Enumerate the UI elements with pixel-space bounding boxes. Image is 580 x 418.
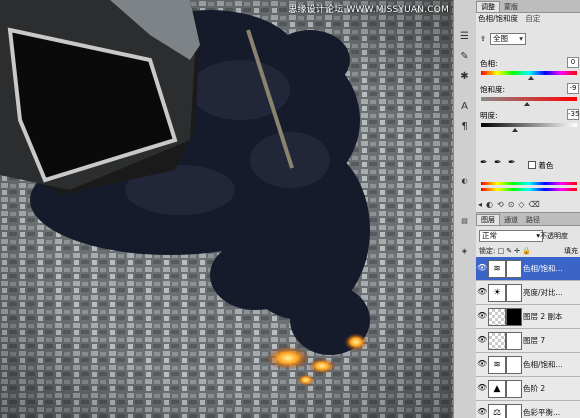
layer-row[interactable]: 👁 ☀ 亮度/对比... bbox=[476, 281, 580, 305]
saturation-value-field[interactable]: -9 bbox=[567, 83, 579, 94]
site-watermark: 思缘设计论坛 WWW.MISSYUAN.COM bbox=[288, 5, 449, 15]
layer-row[interactable]: 👁 ≋ 色相/饱和... bbox=[476, 257, 580, 281]
eyedropper-minus-icon[interactable]: ✒ bbox=[508, 158, 516, 168]
lightness-label: 明度: bbox=[480, 111, 498, 120]
brightness-contrast-icon: ☀ bbox=[488, 284, 506, 302]
eyedropper-icon[interactable]: ✒ bbox=[480, 158, 488, 168]
character-icon[interactable]: A bbox=[457, 100, 472, 113]
eye-icon[interactable]: 👁 bbox=[477, 407, 487, 417]
saturation-slider-thumb[interactable] bbox=[524, 102, 530, 106]
tab-masks[interactable]: 蒙版 bbox=[500, 2, 522, 12]
hue-slider-track[interactable] bbox=[481, 71, 577, 75]
adjustments-icon[interactable]: ◐ bbox=[457, 175, 472, 188]
layer-row[interactable]: 👁 图层 7 bbox=[476, 329, 580, 353]
adjustments-panel: 调整 蒙版 色相/饱和度 自定 ⇪ 全图 ▾ 色相: 0 饱和度: -9 明度:… bbox=[476, 0, 580, 212]
panel-title-text: 色相/饱和度 bbox=[478, 14, 519, 23]
layer-name: 色彩平衡... bbox=[523, 408, 561, 417]
opacity-label: 不透明度 bbox=[540, 232, 568, 240]
layer-mask-thumbnail[interactable] bbox=[506, 332, 522, 350]
layer-name: 亮度/对比... bbox=[523, 288, 563, 297]
preset-label[interactable]: 自定 bbox=[525, 14, 540, 23]
colorize-label: 着色 bbox=[538, 161, 554, 170]
layers-panel: 图层 通道 路径 正常 ▾ 不透明度 锁定: □✎✛🔒 填充 👁 ≋ 色相/饱和… bbox=[476, 212, 580, 418]
panel-icon-strip: ☰ ✎ ✱ A ¶ ◐ ▤ ◈ bbox=[454, 0, 477, 418]
tab-layers[interactable]: 图层 bbox=[476, 214, 500, 225]
paragraph-icon[interactable]: ¶ bbox=[457, 120, 472, 133]
layer-mask-thumbnail[interactable] bbox=[506, 308, 522, 326]
right-panel-dock: ☰ ✎ ✱ A ¶ ◐ ▤ ◈ 调整 蒙版 色相/饱和度 自定 ⇪ 全图 ▾ 色… bbox=[453, 0, 580, 418]
layer-list: 👁 ≋ 色相/饱和... 👁 ☀ 亮度/对比... 👁 图层 2 副本 👁 图层… bbox=[476, 257, 580, 418]
layer-thumbnail bbox=[488, 308, 506, 326]
hue-label: 色相: bbox=[480, 59, 498, 68]
adjustments-tabs: 调整 蒙版 bbox=[476, 0, 580, 13]
layer-row[interactable]: 👁 ⚖ 色彩平衡... bbox=[476, 401, 580, 418]
layer-row[interactable]: 👁 ≋ 色相/饱和... bbox=[476, 353, 580, 377]
layer-name: 色阶 2 bbox=[523, 384, 546, 393]
layers-icon[interactable]: ▤ bbox=[457, 215, 472, 228]
color-balance-icon: ⚖ bbox=[488, 404, 506, 418]
tab-paths[interactable]: 路径 bbox=[522, 215, 544, 225]
targeted-adjust-icon[interactable]: ⇪ bbox=[480, 34, 486, 43]
color-bar-top bbox=[481, 182, 577, 185]
panel-title: 色相/饱和度 自定 bbox=[478, 13, 540, 24]
eyedropper-plus-icon[interactable]: ✒ bbox=[494, 158, 502, 168]
layer-mask-thumbnail[interactable] bbox=[506, 356, 522, 374]
tool-presets-icon[interactable]: ✱ bbox=[457, 70, 472, 83]
hue-saturation-icon: ≋ bbox=[488, 260, 506, 278]
adjustments-footer-icons[interactable]: ◂◐⟲⊙◇⌫ bbox=[478, 200, 579, 210]
layer-mask-thumbnail[interactable] bbox=[506, 284, 522, 302]
lock-row: 锁定: □✎✛🔒 bbox=[479, 246, 533, 256]
hue-value-field[interactable]: 0 bbox=[567, 57, 579, 68]
layer-mask-thumbnail[interactable] bbox=[506, 260, 522, 278]
chevron-down-icon: ▾ bbox=[519, 34, 523, 43]
color-bar-bottom bbox=[481, 188, 577, 191]
hue-slider-thumb[interactable] bbox=[528, 76, 534, 80]
layer-name: 图层 2 副本 bbox=[523, 312, 563, 321]
channels-icon[interactable]: ◈ bbox=[457, 245, 472, 258]
history-icon[interactable]: ☰ bbox=[457, 30, 472, 43]
eye-icon[interactable]: 👁 bbox=[477, 335, 487, 345]
saturation-label: 饱和度: bbox=[480, 85, 506, 94]
colorize-checkbox[interactable]: 着色 bbox=[528, 160, 553, 171]
checkbox-box[interactable] bbox=[528, 161, 536, 169]
fill-label: 填充 bbox=[564, 247, 578, 255]
hue-saturation-icon: ≋ bbox=[488, 356, 506, 374]
lightness-slider-track[interactable] bbox=[481, 123, 577, 127]
lightness-value-field[interactable]: -35 bbox=[567, 109, 579, 120]
lock-label: 锁定: bbox=[479, 247, 496, 255]
blend-mode-select[interactable]: 正常 ▾ bbox=[479, 230, 543, 242]
saturation-slider-track[interactable] bbox=[481, 97, 577, 101]
eye-icon[interactable]: 👁 bbox=[477, 263, 487, 273]
layer-name: 色相/饱和... bbox=[523, 360, 563, 369]
eye-icon[interactable]: 👁 bbox=[477, 383, 487, 393]
layer-mask-thumbnail[interactable] bbox=[506, 404, 522, 418]
layers-tabs: 图层 通道 路径 bbox=[476, 213, 580, 226]
layer-mask-thumbnail[interactable] bbox=[506, 380, 522, 398]
tab-channels[interactable]: 通道 bbox=[500, 215, 522, 225]
eye-icon[interactable]: 👁 bbox=[477, 311, 487, 321]
lightness-slider-thumb[interactable] bbox=[512, 128, 518, 132]
layer-name: 图层 7 bbox=[523, 336, 546, 345]
tab-adjustments[interactable]: 调整 bbox=[476, 1, 500, 12]
range-select-value: 全图 bbox=[493, 34, 508, 43]
composite-photo bbox=[0, 0, 453, 418]
blend-mode-value: 正常 bbox=[482, 231, 497, 240]
eye-icon[interactable]: 👁 bbox=[477, 359, 487, 369]
document-canvas[interactable]: 思缘设计论坛 WWW.MISSYUAN.COM bbox=[0, 0, 453, 418]
layer-row[interactable]: 👁 图层 2 副本 bbox=[476, 305, 580, 329]
layer-thumbnail bbox=[488, 332, 506, 350]
lock-icons[interactable]: □✎✛🔒 bbox=[498, 247, 533, 255]
layer-name: 色相/饱和... bbox=[523, 264, 563, 273]
brush-icon[interactable]: ✎ bbox=[457, 50, 472, 63]
layer-row[interactable]: 👁 ▲ 色阶 2 bbox=[476, 377, 580, 401]
eye-icon[interactable]: 👁 bbox=[477, 287, 487, 297]
levels-icon: ▲ bbox=[488, 380, 506, 398]
range-select[interactable]: 全图 ▾ bbox=[490, 33, 526, 45]
